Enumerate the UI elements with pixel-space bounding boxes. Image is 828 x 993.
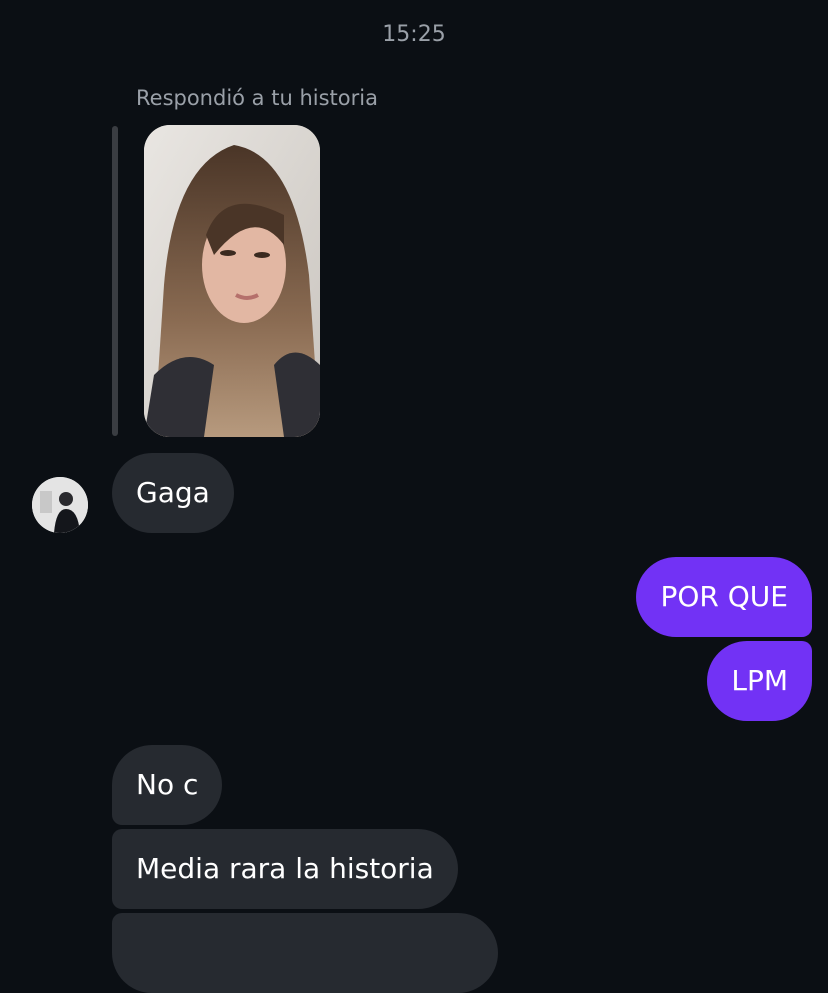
reply-quote-bar [112,126,118,436]
story-thumbnail[interactable] [144,125,320,437]
outgoing-message-bubble[interactable]: POR QUE [636,557,812,637]
outgoing-message-bubble[interactable]: LPM [707,641,812,721]
message-timestamp: 15:25 [382,22,446,47]
story-reply-label: Respondió a tu historia [136,86,378,110]
incoming-message-bubble[interactable]: Gaga [112,453,234,533]
avatar-image [32,477,88,533]
incoming-message-bubble[interactable]: No c [112,745,223,825]
contact-avatar[interactable] [32,477,88,533]
incoming-message-bubble[interactable]: Media rara la historia [112,829,458,909]
incoming-message-bubble-partial[interactable] [112,913,498,993]
story-photo-image [144,125,320,437]
